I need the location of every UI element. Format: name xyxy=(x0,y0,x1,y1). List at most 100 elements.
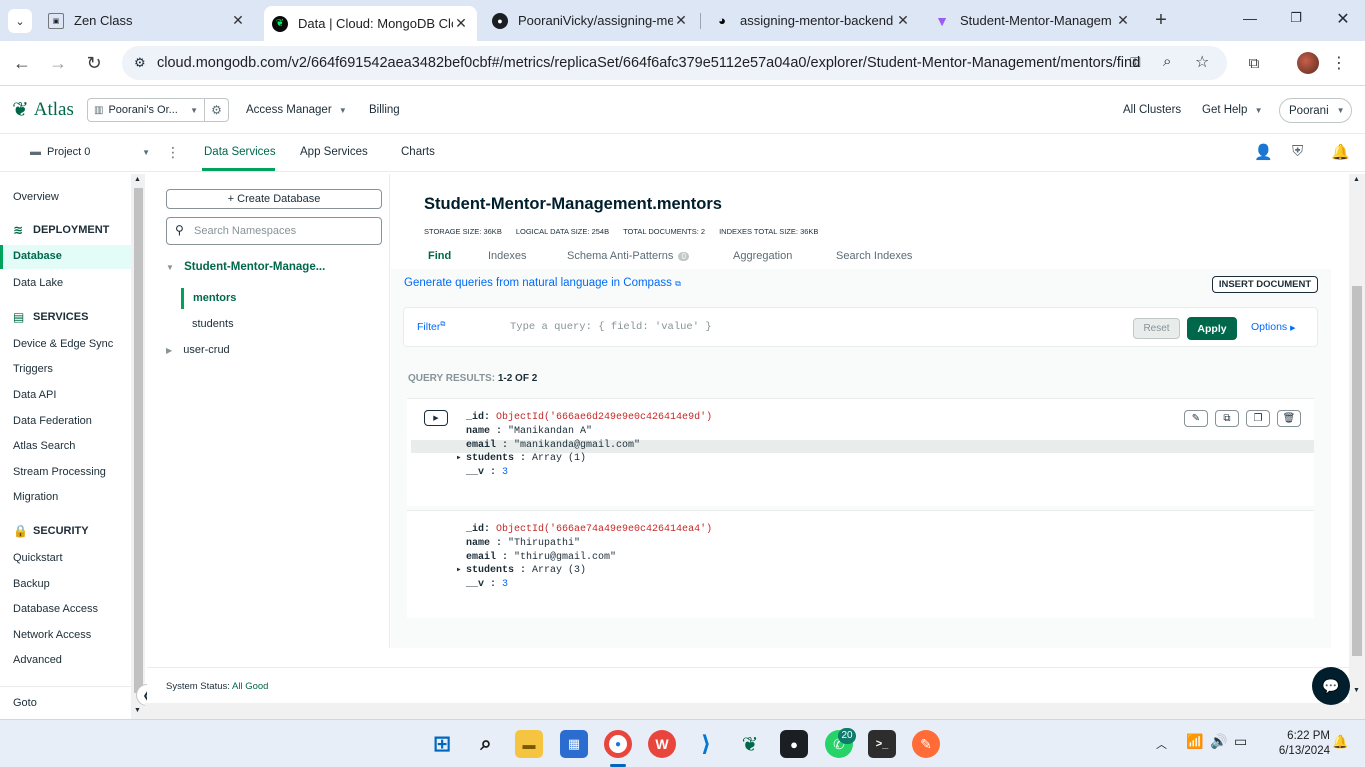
file-explorer-icon[interactable]: ▬ xyxy=(515,730,543,758)
sidebar-item-overview[interactable]: Overview xyxy=(13,191,59,203)
close-icon[interactable]: ✕ xyxy=(895,12,911,29)
close-icon[interactable]: ✕ xyxy=(1115,12,1131,29)
scroll-up-arrow[interactable]: ▲ xyxy=(1353,176,1360,183)
mongodb-compass-icon[interactable]: ❦ xyxy=(736,730,764,758)
notifications-bell-icon[interactable]: 🔔 xyxy=(1331,143,1350,161)
search-namespaces-input[interactable]: ⚲ Search Namespaces xyxy=(166,217,382,245)
edit-document-button[interactable]: ✎ xyxy=(1184,410,1208,427)
main-scrollbar[interactable]: ▲ ▼ xyxy=(1349,174,1365,719)
new-tab-button[interactable]: + xyxy=(1150,9,1172,31)
browser-tab-mongodb[interactable]: ❦ Data | Cloud: MongoDB Clou ✕ xyxy=(264,6,477,41)
notification-bell-icon[interactable]: 🔔 xyxy=(1332,734,1348,750)
atlas-logo[interactable]: ❦ Atlas xyxy=(12,97,74,122)
volume-icon[interactable]: 🔊 xyxy=(1210,733,1227,750)
expand-document-button[interactable]: ▶ xyxy=(424,410,448,426)
sidebar-item-data-federation[interactable]: Data Federation xyxy=(13,415,92,427)
document-card[interactable]: _id: ObjectId('666ae74a49e9e0c426414ea4'… xyxy=(407,510,1314,618)
scroll-down-arrow[interactable]: ▼ xyxy=(134,707,141,714)
sidebar-scrollbar[interactable]: ▲ ▼ xyxy=(131,174,145,719)
windows-start-icon[interactable]: ⊞ xyxy=(428,730,456,758)
tab-search-button[interactable]: ⌄ xyxy=(8,9,32,33)
delete-document-button[interactable]: 🗑 xyxy=(1277,410,1301,427)
clock[interactable]: 6:22 PM 6/13/2024 xyxy=(1262,729,1330,759)
sidebar-item-database[interactable]: Database xyxy=(0,245,131,269)
site-info-icon[interactable]: ⚙ xyxy=(134,55,146,71)
create-database-button[interactable]: + Create Database xyxy=(166,189,382,209)
omnibox[interactable]: ⚙ cloud.mongodb.com/v2/664f691542aea3482… xyxy=(122,46,1227,80)
db-tree-item-user-crud[interactable]: ▶ user-crud xyxy=(166,344,230,356)
browser-tab-github[interactable]: ● PooraniVicky/assigning-mer ✕ xyxy=(484,6,697,35)
terminal-icon[interactable]: >_ xyxy=(868,730,896,758)
show-hidden-icons[interactable]: ︿ xyxy=(1156,736,1167,752)
sidebar-item-advanced[interactable]: Advanced xyxy=(13,654,62,666)
reload-button[interactable]: ↻ xyxy=(82,51,106,75)
browser-menu-icon[interactable]: ⋮ xyxy=(1327,51,1351,75)
github-desktop-icon[interactable]: ● xyxy=(780,730,808,758)
password-key-icon[interactable]: ⚿ xyxy=(1130,54,1141,71)
wps-office-icon[interactable]: W xyxy=(648,730,676,758)
sidebar-item-network-access[interactable]: Network Access xyxy=(13,629,91,641)
options-toggle[interactable]: Options ▶ xyxy=(1251,321,1296,333)
all-clusters-link[interactable]: All Clusters xyxy=(1123,104,1181,116)
close-icon[interactable]: ✕ xyxy=(230,12,246,29)
search-icon[interactable]: ⌕ xyxy=(472,730,500,758)
sidebar-item-stream-processing[interactable]: Stream Processing xyxy=(13,466,106,478)
postman-icon[interactable]: ✎ xyxy=(912,730,940,758)
status-value-link[interactable]: All Good xyxy=(232,681,268,692)
billing-link[interactable]: Billing xyxy=(369,104,400,116)
sidebar-item-database-access[interactable]: Database Access xyxy=(13,603,98,615)
sidebar-item-triggers[interactable]: Triggers xyxy=(13,363,53,375)
collection-item-students[interactable]: students xyxy=(192,318,234,330)
project-options-icon[interactable]: ⋮ xyxy=(166,144,180,161)
sidebar-item-device-edge-sync[interactable]: Device & Edge Sync xyxy=(13,338,113,350)
tab-aggregation[interactable]: Aggregation xyxy=(733,250,792,262)
insert-document-button[interactable]: INSERT DOCUMENT xyxy=(1212,276,1318,293)
chrome-icon[interactable]: ● xyxy=(604,730,632,758)
battery-icon[interactable]: ▭ xyxy=(1234,733,1247,750)
apply-button[interactable]: Apply xyxy=(1187,317,1237,340)
zoom-icon[interactable]: ⌕ xyxy=(1163,53,1171,70)
tab-indexes[interactable]: Indexes xyxy=(488,250,527,262)
copy-document-button[interactable]: ⧉ xyxy=(1215,410,1239,427)
tab-data-services[interactable]: Data Services xyxy=(204,146,276,158)
tab-app-services[interactable]: App Services xyxy=(300,146,368,158)
close-icon[interactable]: ✕ xyxy=(673,12,689,29)
browser-tab-render[interactable]: ◕ assigning-mentor-backend ✕ xyxy=(706,6,919,35)
field-students[interactable]: ▶ students : Array (1) xyxy=(457,453,586,464)
browser-tab-vite[interactable]: ▼ Student-Mentor-Managem ✕ xyxy=(926,6,1139,35)
sidebar-item-quickstart[interactable]: Quickstart xyxy=(13,552,63,564)
wifi-icon[interactable]: 📶 xyxy=(1186,733,1203,750)
org-selector[interactable]: ▥ Poorani's Or... ▼ xyxy=(87,98,205,122)
scroll-up-arrow[interactable]: ▲ xyxy=(134,176,141,183)
reset-button[interactable]: Reset xyxy=(1133,318,1180,339)
project-selector[interactable]: ▬ Project 0 ▼ xyxy=(30,146,150,158)
sidebar-item-migration[interactable]: Migration xyxy=(13,491,58,503)
restore-button[interactable]: ❐ xyxy=(1286,10,1306,26)
tab-find[interactable]: Find xyxy=(428,250,451,262)
tab-search-indexes[interactable]: Search Indexes xyxy=(836,250,912,262)
sidebar-item-data-api[interactable]: Data API xyxy=(13,389,56,401)
db-tree-item-student-mentor[interactable]: ▼ Student-Mentor-Manage... xyxy=(166,261,325,273)
user-menu[interactable]: Poorani ▼ xyxy=(1279,98,1352,123)
forward-button[interactable]: → xyxy=(46,51,70,75)
minimize-button[interactable]: — xyxy=(1240,10,1260,26)
browser-tab-zen-class[interactable]: ▣ Zen Class ✕ xyxy=(40,6,254,35)
filter-label[interactable]: Filter⧉ xyxy=(417,321,445,333)
extensions-icon[interactable]: ⧉ xyxy=(1242,51,1266,75)
collection-item-mentors[interactable]: mentors xyxy=(193,292,236,304)
profile-avatar[interactable] xyxy=(1297,52,1319,74)
scroll-down-arrow[interactable]: ▼ xyxy=(1353,687,1360,694)
compass-nl-link[interactable]: Generate queries from natural language i… xyxy=(404,277,681,289)
sidebar-item-backup[interactable]: Backup xyxy=(13,578,50,590)
sidebar-item-goto[interactable]: Goto xyxy=(13,697,37,709)
document-card[interactable]: ▶ _id: ObjectId('666ae6d249e9e0c426414e9… xyxy=(407,398,1314,506)
field-students[interactable]: ▶ students : Array (3) xyxy=(457,565,586,576)
get-help-menu[interactable]: Get Help ▼ xyxy=(1202,104,1263,116)
url-text[interactable]: cloud.mongodb.com/v2/664f691542aea3482be… xyxy=(157,55,1140,71)
close-icon[interactable]: ✕ xyxy=(453,15,469,32)
bookmark-star-icon[interactable]: ☆ xyxy=(1195,52,1209,72)
access-manager-menu[interactable]: Access Manager ▼ xyxy=(246,104,347,116)
sidebar-item-atlas-search[interactable]: Atlas Search xyxy=(13,440,75,452)
back-button[interactable]: ← xyxy=(10,51,34,75)
invite-user-icon[interactable]: 👤 xyxy=(1254,143,1273,161)
